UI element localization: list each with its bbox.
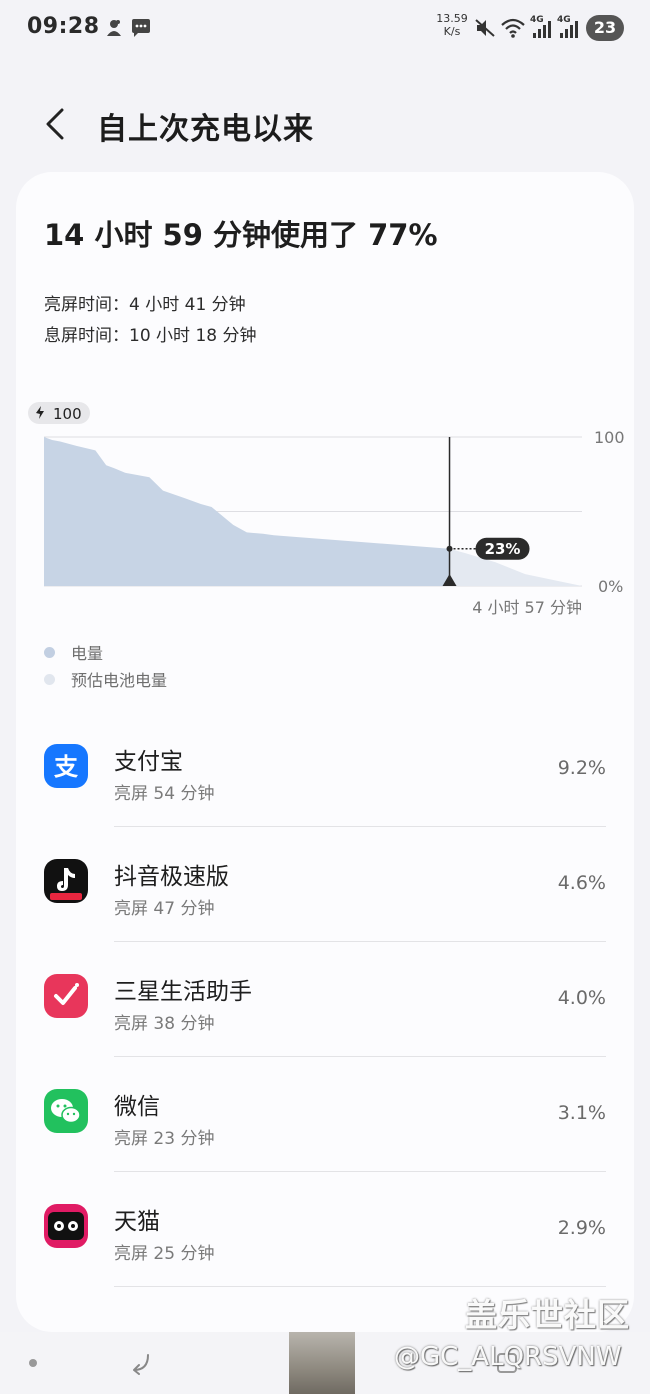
douyin-lite-icon <box>44 859 88 903</box>
alipay-icon: 支 <box>44 744 88 788</box>
app-name: 天猫 <box>114 1209 160 1235</box>
app-screen-time: 亮屏 54 分钟 <box>114 784 215 804</box>
chart-y-tick-bottom: 0% <box>598 577 623 596</box>
legend-dot <box>44 673 55 685</box>
screen-off-label: 息屏时间： <box>44 326 129 346</box>
app-list-item[interactable]: 支 支付宝亮屏 54 分钟 9.2% <box>16 712 634 827</box>
signal-icon <box>533 21 551 38</box>
chat-bubble-icon <box>132 19 150 37</box>
legend-dot <box>44 646 55 658</box>
app-list-item[interactable]: 天猫亮屏 25 分钟 2.9% <box>16 1172 634 1287</box>
network-speed: 13.59 K/s <box>434 12 470 38</box>
legend-item-battery: 电量 <box>44 640 103 664</box>
app-usage-percent: 4.6% <box>557 872 606 894</box>
app-screen-time: 亮屏 38 分钟 <box>114 1014 215 1034</box>
signal-icon <box>560 21 578 38</box>
app-usage-percent: 9.2% <box>557 757 606 779</box>
app-usage-percent: 3.1% <box>557 1102 606 1124</box>
screen-on-label: 亮屏时间： <box>44 295 129 315</box>
battery-chart[interactable]: 23% 100 100 0% 4 小时 57 分钟 <box>16 400 634 630</box>
mute-icon <box>475 19 495 37</box>
status-bar: 09:28 13.59 K/s 4G 4G 23 <box>0 0 650 56</box>
screen-on-time: 亮屏时间：4 小时 41 分钟 <box>44 290 246 315</box>
nav-dot-icon[interactable] <box>29 1359 37 1367</box>
network-speed-unit: K/s <box>443 25 461 38</box>
chart-y-tick-top: 100 <box>594 428 625 447</box>
app-usage-percent: 2.9% <box>557 1217 606 1239</box>
app-name: 三星生活助手 <box>114 979 252 1005</box>
wechat-icon <box>44 1089 88 1133</box>
legend-label: 电量 <box>71 644 104 663</box>
app-name: 支付宝 <box>114 749 183 775</box>
battery-badge: 23 <box>586 15 624 41</box>
person-icon <box>107 20 121 36</box>
page-title: 自上次充电以来 <box>97 112 314 147</box>
app-screen-time: 亮屏 23 分钟 <box>114 1129 215 1149</box>
battery-chart-svg: 23% 100 100 0% 4 小时 57 分钟 <box>28 402 625 617</box>
back-arrow-icon[interactable] <box>36 102 80 146</box>
status-time: 09:28 <box>27 14 100 39</box>
divider <box>114 1286 606 1287</box>
battery-usage-card: 14 小时 59 分钟使用了 77% 亮屏时间：4 小时 41 分钟 息屏时间：… <box>16 172 634 1332</box>
app-name: 微信 <box>114 1094 160 1120</box>
legend-label: 预估电池电量 <box>71 671 168 690</box>
app-screen-time: 亮屏 25 分钟 <box>114 1244 215 1264</box>
app-list-item[interactable]: 抖音极速版亮屏 47 分钟 4.6% <box>16 827 634 942</box>
legend-item-estimated: 预估电池电量 <box>44 667 167 691</box>
screen-off-value: 10 小时 18 分钟 <box>129 326 257 346</box>
wifi-icon <box>501 18 525 38</box>
tmall-icon <box>44 1204 88 1248</box>
watermark-user: @GC_ALQRSVNW <box>394 1342 622 1372</box>
usage-headline: 14 小时 59 分钟使用了 77% <box>44 218 438 252</box>
chart-start-label: 100 <box>53 405 82 423</box>
app-usage-list: 支 支付宝 亮屏 54 分钟 9.2% 抖音极速版 亮屏 47 分钟 4.6% 三星生活助手亮… <box>16 712 634 1287</box>
app-list-item[interactable]: 微信亮屏 23 分钟 3.1% <box>16 1057 634 1172</box>
network-speed-value: 13.59 <box>436 12 468 25</box>
svg-text:支: 支 <box>54 753 79 781</box>
app-name: 抖音极速版 <box>114 864 229 890</box>
app-usage-percent: 4.0% <box>557 987 606 1009</box>
nav-back-icon[interactable] <box>128 1350 154 1376</box>
page-header: 自上次充电以来 <box>0 90 650 160</box>
app-screen-time: 亮屏 47 分钟 <box>114 899 215 919</box>
watermark-brand: 盖乐世社区 <box>465 1296 631 1334</box>
samsung-life-helper-icon <box>44 974 88 1018</box>
app-list-item[interactable]: 三星生活助手亮屏 38 分钟 4.0% <box>16 942 634 1057</box>
watermark-photo <box>289 1332 355 1394</box>
screen-off-time: 息屏时间：10 小时 18 分钟 <box>44 321 256 346</box>
chart-current-label: 23% <box>485 540 521 558</box>
chart-remaining-time: 4 小时 57 分钟 <box>472 598 582 617</box>
screen-on-value: 4 小时 41 分钟 <box>129 295 246 315</box>
